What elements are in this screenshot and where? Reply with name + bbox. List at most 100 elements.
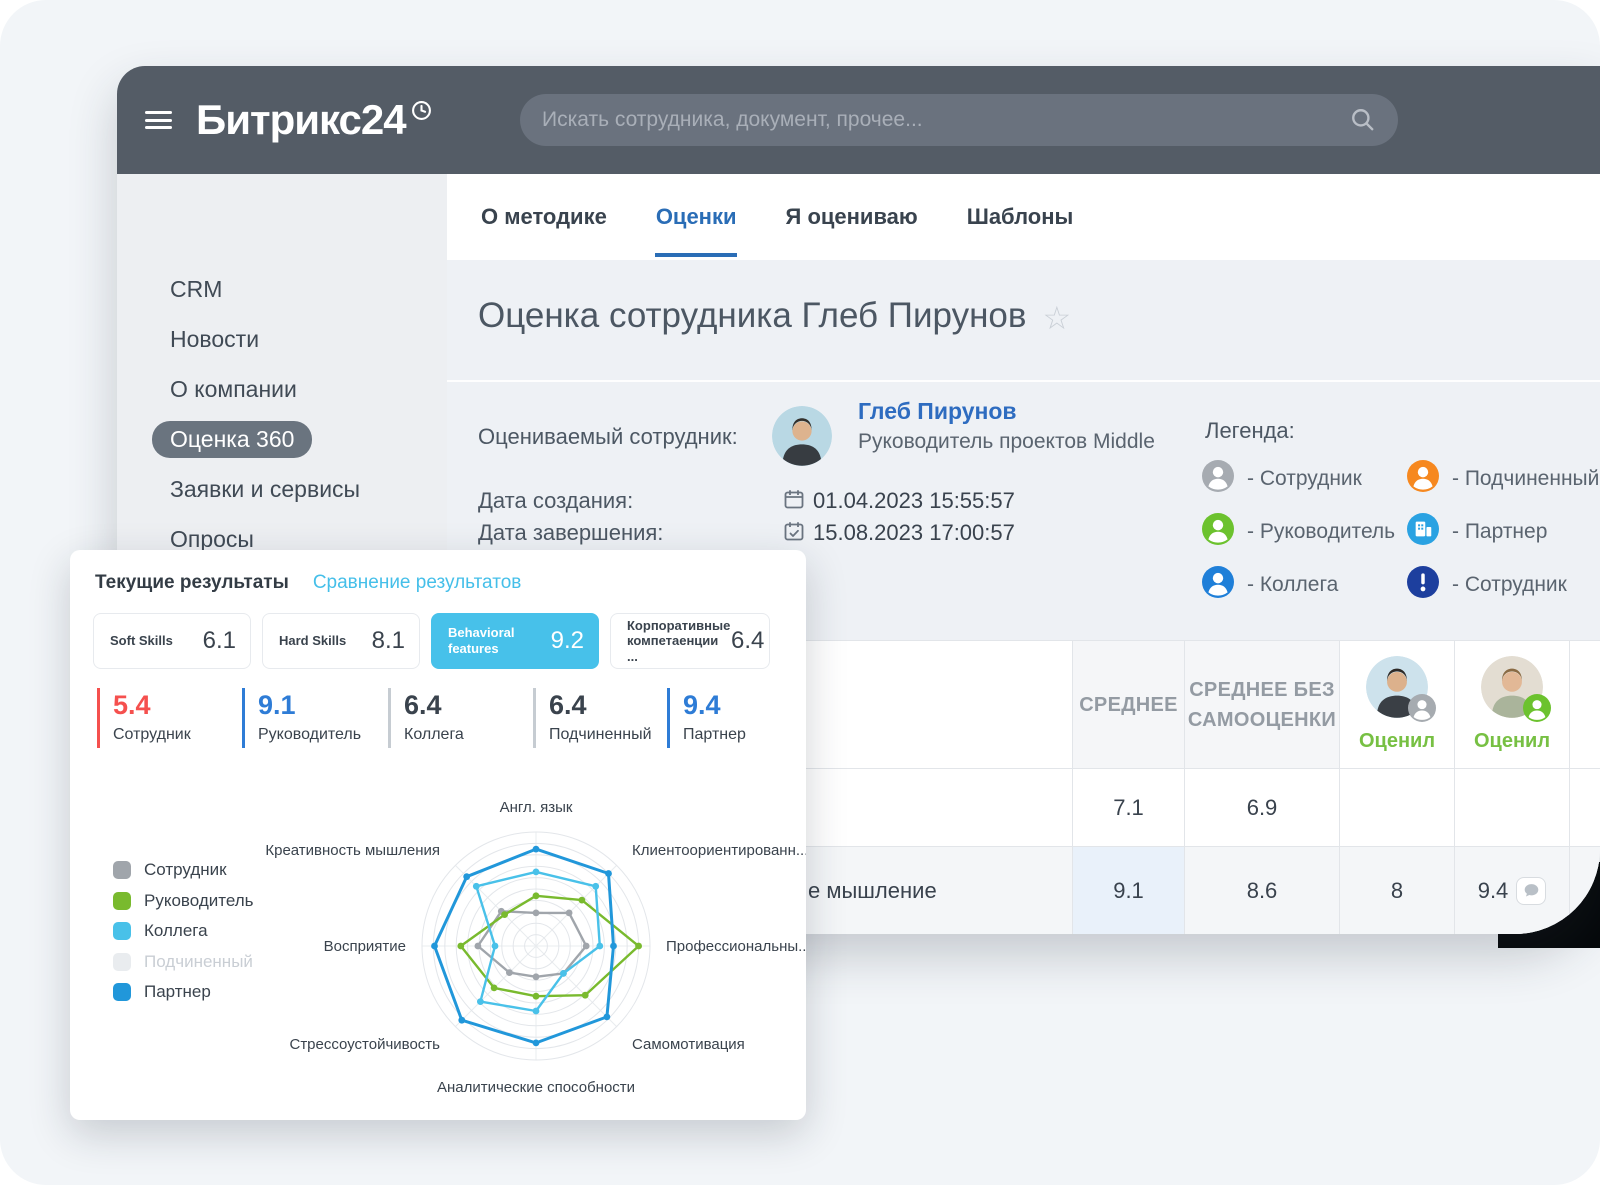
- rater-badge-icon: [1523, 694, 1551, 722]
- svg-text:Стрессоустойчивость: Стрессоустойчивость: [289, 1036, 440, 1053]
- legend-label: Коллега: [144, 921, 208, 941]
- tab-оценки[interactable]: Оценки: [656, 174, 737, 260]
- favorite-star-icon[interactable]: ☆: [1042, 302, 1071, 334]
- row-extra-cell: [1570, 847, 1600, 934]
- sidebar-item-новости[interactable]: Новости: [117, 314, 447, 364]
- radar-legend-item[interactable]: Руководитель: [113, 886, 254, 917]
- score-card-value: 9.2: [551, 627, 584, 655]
- radar-legend-item[interactable]: Подчиненный: [113, 947, 254, 978]
- rater-avatar: [1481, 656, 1543, 718]
- legend-item-label: - Сотрудник: [1452, 573, 1567, 597]
- legend-item-label: - Коллега: [1247, 573, 1338, 597]
- legend-swatch: [113, 861, 131, 879]
- table-header-extra: [1570, 641, 1600, 769]
- calendar-check-icon: [783, 520, 805, 542]
- app-logo: Битрикс24: [196, 99, 406, 141]
- legend-exclamation-icon: [1407, 566, 1439, 604]
- person-icon: [1523, 694, 1551, 722]
- cell-value: 9.4: [1478, 878, 1509, 904]
- radar-legend-item[interactable]: Партнер: [113, 977, 254, 1008]
- finished-label: Дата завершения:: [478, 520, 663, 546]
- sidebar-item-о-компании[interactable]: О компании: [117, 364, 447, 414]
- row-value-cell: 8.6: [1185, 847, 1340, 934]
- clock-icon: [411, 100, 432, 121]
- top-bar: Битрикс24 Искать сотрудника, документ, п…: [117, 66, 1600, 174]
- table-header-rater-2: Оценил: [1455, 641, 1570, 769]
- rater-score-indicators: 5.4Сотрудник9.1Руководитель6.4Коллега6.4…: [97, 688, 787, 748]
- results-tab-compare[interactable]: Сравнение результатов: [313, 572, 522, 594]
- legend-person-icon: [1407, 460, 1439, 498]
- score-card-label: Soft Skills: [110, 633, 173, 649]
- search-input[interactable]: Искать сотрудника, документ, прочее...: [520, 94, 1398, 146]
- results-tab-current[interactable]: Текущие результаты: [95, 572, 289, 594]
- tab-я-оцениваю[interactable]: Я оцениваю: [786, 174, 918, 260]
- rater-avatar: [1366, 656, 1428, 718]
- legend-swatch: [113, 983, 131, 1001]
- legend-person-icon: [1202, 513, 1234, 551]
- legend-person-icon: [1202, 566, 1234, 604]
- svg-text:Креативность мышления: Креативность мышления: [265, 842, 440, 859]
- score-card[interactable]: Корпоративные компетаенции ...6.4: [610, 613, 770, 669]
- legend-title: Легенда:: [1205, 418, 1295, 444]
- indicator-value: 5.4: [113, 690, 242, 721]
- employee-label: Оцениваемый сотрудник:: [478, 424, 738, 450]
- comment-icon[interactable]: [1516, 877, 1546, 905]
- svg-text:Клиентоориентированн...: Клиентоориентированн...: [632, 842, 806, 859]
- svg-text:Восприятие: Восприятие: [324, 938, 406, 955]
- legend-item-label: - Подчиненный: [1452, 467, 1599, 491]
- cell-value: 6.9: [1247, 795, 1278, 821]
- person-icon: [1202, 460, 1234, 492]
- indicator-label: Руководитель: [258, 726, 388, 744]
- title-row: Оценка сотрудника Глеб Пирунов ☆: [478, 296, 1071, 336]
- legend-label: Партнер: [144, 982, 211, 1002]
- legend-item: - Руководитель: [1202, 505, 1407, 558]
- table-header-rater-1: Оценил: [1340, 641, 1455, 769]
- row-value-cell: 8: [1340, 847, 1455, 934]
- row-value-cell: 9.1: [1073, 847, 1185, 934]
- sidebar-item-заявки-и-сервисы[interactable]: Заявки и сервисы: [117, 464, 447, 514]
- legend-label: Подчиненный: [144, 952, 253, 972]
- radar-legend-item[interactable]: Коллега: [113, 916, 254, 947]
- person-icon: [1202, 566, 1234, 598]
- score-card[interactable]: Behavioral features9.2: [431, 613, 599, 669]
- legend-item: - Сотрудник: [1407, 558, 1600, 611]
- cell-value: 7.1: [1113, 795, 1144, 821]
- svg-text:Аналитические способности: Аналитические способности: [437, 1079, 635, 1096]
- legend-label: Сотрудник: [144, 860, 227, 880]
- tab-шаблоны[interactable]: Шаблоны: [967, 174, 1074, 260]
- person-icon: [1202, 513, 1234, 545]
- score-cards: Soft Skills6.1Hard Skills8.1Behavioral f…: [93, 613, 770, 669]
- rater-indicator: 9.1Руководитель: [242, 688, 388, 748]
- legend-swatch: [113, 953, 131, 971]
- created-value: 01.04.2023 15:55:57: [813, 488, 1015, 514]
- menu-icon[interactable]: [145, 107, 172, 134]
- sidebar-item-оценка-360[interactable]: Оценка 360: [117, 414, 447, 464]
- sidebar-item-crm[interactable]: CRM: [117, 264, 447, 314]
- search-icon: [1350, 107, 1376, 133]
- legend-item-label: - Партнер: [1452, 520, 1547, 544]
- table-header-average: СРЕДНЕЕ: [1073, 641, 1185, 769]
- employee-role: Руководитель проектов Middle: [858, 430, 1155, 454]
- indicator-value: 9.4: [683, 690, 787, 721]
- table-header-average-no-self: СРЕДНЕЕ БЕЗ САМООЦЕНКИ: [1185, 641, 1340, 769]
- legend-item-label: - Руководитель: [1247, 520, 1395, 544]
- search-placeholder: Искать сотрудника, документ, прочее...: [542, 108, 1350, 132]
- building-icon: [1407, 513, 1439, 545]
- tab-о-методике[interactable]: О методике: [481, 174, 607, 260]
- row-value-cell: [1455, 769, 1570, 847]
- created-label: Дата создания:: [478, 488, 633, 514]
- score-card[interactable]: Hard Skills8.1: [262, 613, 420, 669]
- radar-legend-item[interactable]: Сотрудник: [113, 855, 254, 886]
- score-card-value: 8.1: [372, 627, 405, 655]
- person-icon: [1408, 694, 1436, 722]
- legend-item: - Подчиненный: [1407, 452, 1600, 505]
- results-tabs: Текущие результаты Сравнение результатов: [95, 572, 521, 594]
- score-card[interactable]: Soft Skills6.1: [93, 613, 251, 669]
- row-value-cell: [1340, 769, 1455, 847]
- radar-legend: Сотрудник Руководитель Коллега Подчиненный П…: [113, 855, 254, 1008]
- employee-name-link[interactable]: Глеб Пирунов: [858, 398, 1017, 425]
- row-value-cell: 9.4: [1455, 847, 1570, 934]
- svg-text:Самомотивация: Самомотивация: [632, 1036, 745, 1053]
- legend-building-icon: [1407, 513, 1439, 551]
- svg-text:Профессиональны...: Профессиональны...: [666, 938, 806, 955]
